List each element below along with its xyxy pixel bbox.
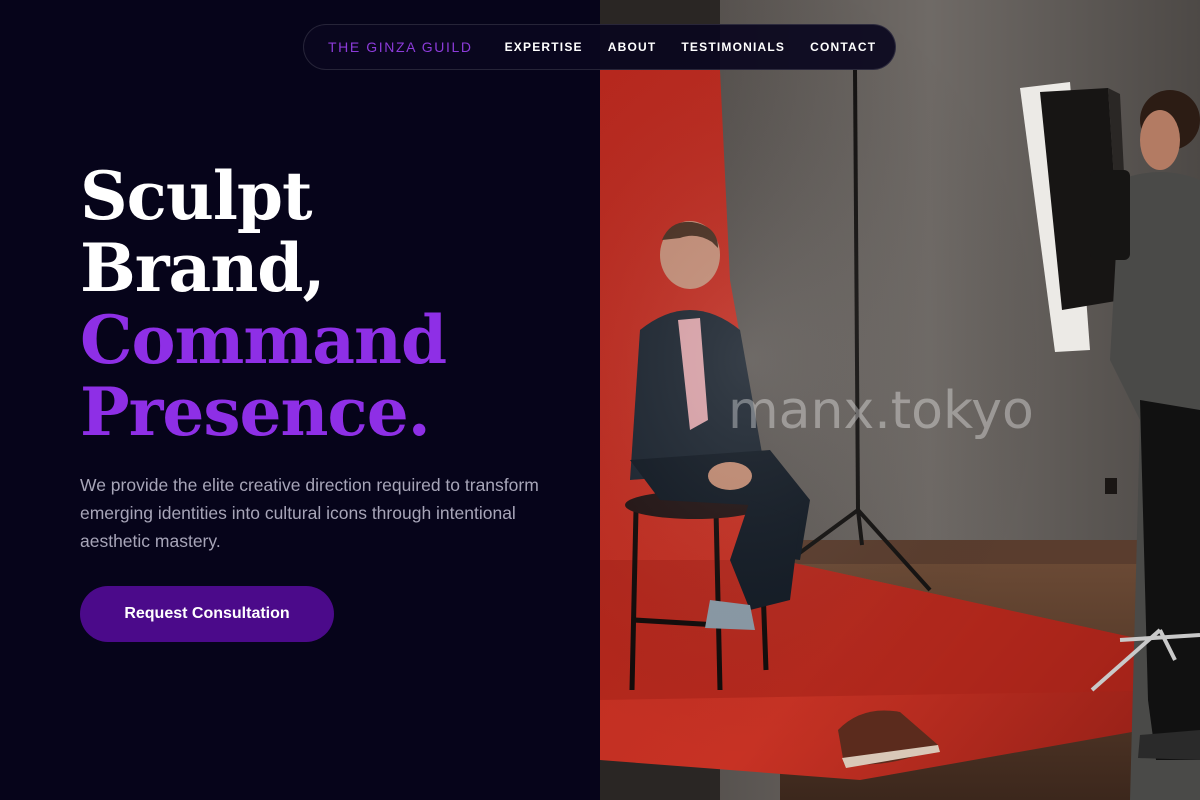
headline-line: Brand, (80, 229, 325, 307)
hero-photo: manx.tokyo (600, 0, 1200, 800)
headline-line: Sculpt (80, 157, 313, 235)
nav-link-testimonials[interactable]: TESTIMONIALS (681, 40, 785, 54)
headline-line-accent: Command (80, 301, 447, 379)
top-nav: THE GINZA GUILD EXPERTISE ABOUT TESTIMON… (303, 24, 896, 70)
nav-link-contact[interactable]: CONTACT (810, 40, 876, 54)
request-consultation-button[interactable]: Request Consultation (80, 586, 334, 642)
brand-logo[interactable]: THE GINZA GUILD (328, 39, 473, 55)
watermark-text: manx.tokyo (728, 381, 1034, 441)
nav-link-expertise[interactable]: EXPERTISE (505, 40, 583, 54)
headline-line-accent: Presence. (80, 373, 431, 451)
hero-description: We provide the elite creative direction … (80, 475, 539, 551)
hero-headline: Sculpt Brand, Command Presence. (80, 157, 447, 451)
nav-link-about[interactable]: ABOUT (608, 40, 657, 54)
